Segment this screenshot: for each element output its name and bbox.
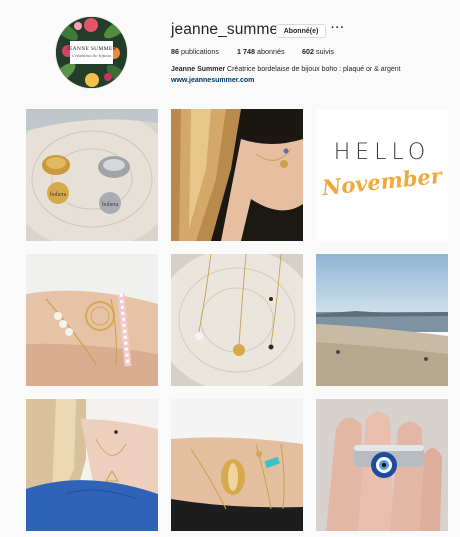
ring-tag-engraving: bohera <box>50 192 67 198</box>
post-tile-necklaces-wood[interactable] <box>171 254 303 386</box>
ring-tag-engraving: bohera <box>102 202 119 208</box>
profile-website-link[interactable]: www.jeannesummer.com <box>171 77 254 84</box>
post-tile-bracelets[interactable] <box>26 254 158 386</box>
following-count: 602 <box>302 47 314 56</box>
post-tile-evil-eye-ring[interactable] <box>316 399 448 531</box>
avatar-brand-name: JEANNE SUMMER <box>66 46 117 52</box>
posts-grid: bohera bohera HELLO November <box>26 109 448 531</box>
post-tile-beach[interactable] <box>316 254 448 386</box>
post-tile-necklace-portrait[interactable] <box>171 109 303 241</box>
followers-stat[interactable]: 1 748 abonnés <box>237 47 285 56</box>
post-image-evil-eye-ring <box>316 399 448 531</box>
following-button[interactable]: Abonné(e) <box>276 24 326 38</box>
post-tile-rings[interactable]: bohera bohera <box>26 109 158 241</box>
profile-avatar[interactable]: JEANNE SUMMER Créations de bijoux <box>56 17 127 88</box>
followers-count: 1 748 <box>237 47 255 56</box>
post-tile-cowrie-bracelets[interactable] <box>171 399 303 531</box>
post-tile-blue-sweater[interactable] <box>26 399 158 531</box>
post-image-rings: bohera bohera <box>26 109 158 241</box>
profile-bio: Jeanne Summer Créatrice bordelaise de bi… <box>171 66 401 73</box>
post-image-necklaces-wood <box>171 254 303 386</box>
following-label: suivis <box>316 47 334 56</box>
bio-text: Créatrice bordelaise de bijoux boho : pl… <box>227 66 401 73</box>
more-options-icon[interactable]: ··· <box>331 22 345 34</box>
post-image-hello-november: HELLO November <box>316 109 448 241</box>
posts-count: 86 <box>171 47 179 56</box>
avatar-brand-tagline: Créations de bijoux <box>71 53 112 58</box>
followers-label: abonnés <box>257 47 285 56</box>
post-tile-hello-november[interactable]: HELLO November <box>316 109 448 241</box>
post-image-bracelets <box>26 254 158 386</box>
posts-label: publications <box>181 47 219 56</box>
profile-header: JEANNE SUMMER Créations de bijoux jeanne… <box>0 0 460 100</box>
post-image-cowrie-bracelets <box>171 399 303 531</box>
profile-username: jeanne_summer <box>171 21 284 38</box>
hello-lettering: HELLO <box>334 140 431 165</box>
bio-name: Jeanne Summer <box>171 66 226 73</box>
avatar-brand-badge: JEANNE SUMMER Créations de bijoux <box>67 41 116 64</box>
post-image-beach <box>316 254 448 386</box>
post-image-necklace-portrait <box>171 109 303 241</box>
post-image-blue-sweater <box>26 399 158 531</box>
following-stat[interactable]: 602 suivis <box>302 47 334 56</box>
posts-stat[interactable]: 86 publications <box>171 47 219 56</box>
